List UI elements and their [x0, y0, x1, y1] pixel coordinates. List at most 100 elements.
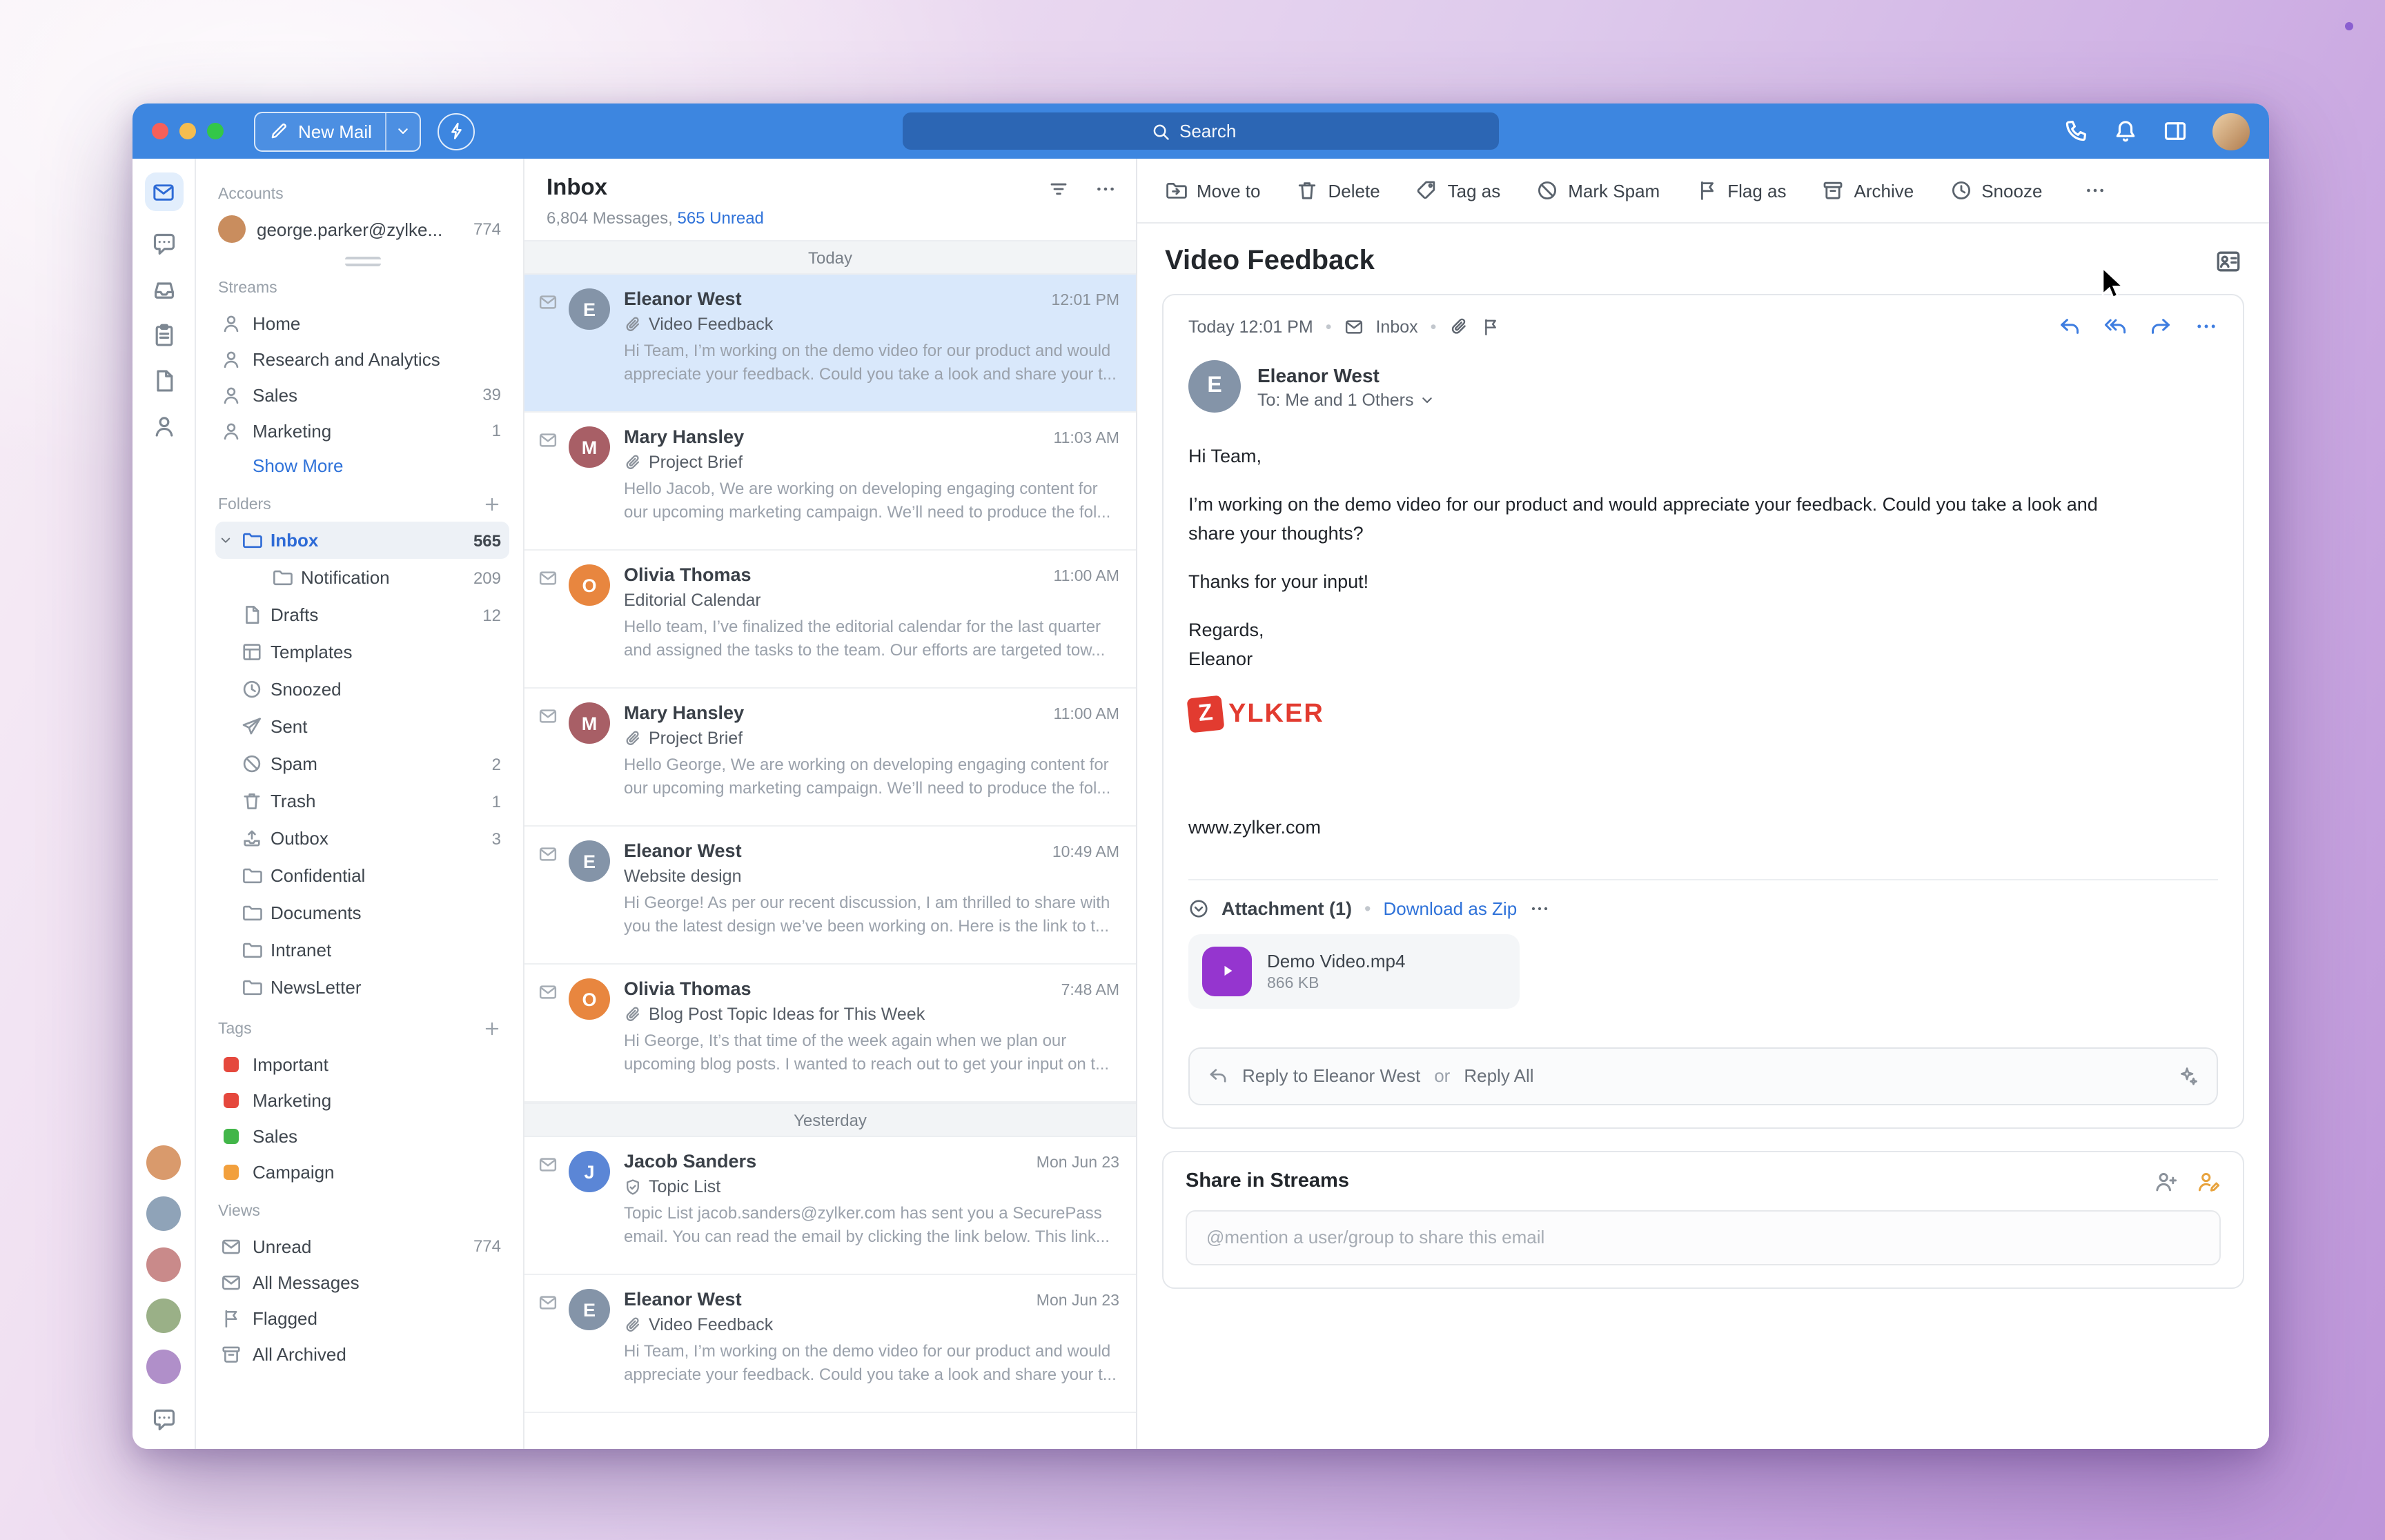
filter-icon[interactable]: [1048, 177, 1070, 199]
forward-icon[interactable]: [2149, 315, 2172, 338]
tag-item[interactable]: Campaign: [215, 1154, 509, 1189]
chevron-down-icon[interactable]: [218, 533, 233, 548]
panel-icon[interactable]: [2163, 119, 2188, 144]
email-list-item[interactable]: O Olivia Thomas 7:48 AM Blog Post Topic …: [524, 965, 1136, 1103]
tag-item[interactable]: Sales: [215, 1118, 509, 1154]
user-avatar[interactable]: [146, 1350, 181, 1384]
email-list-item[interactable]: E Eleanor West Mon Jun 23 Video Feedback: [524, 1275, 1136, 1413]
folder-item[interactable]: Spam 2: [215, 745, 509, 782]
add-person-icon[interactable]: [2155, 1170, 2178, 1194]
reply-icon[interactable]: [2058, 315, 2081, 338]
toolbar-button[interactable]: Snooze: [1950, 179, 2042, 201]
user-avatar[interactable]: [146, 1247, 181, 1282]
folder-item[interactable]: Confidential: [215, 857, 509, 894]
flag-icon[interactable]: [1480, 317, 1500, 336]
folder-item[interactable]: Trash 1: [215, 782, 509, 820]
unread-envelope-icon[interactable]: [538, 1293, 558, 1312]
folder-item[interactable]: Notification 209: [215, 559, 509, 596]
folder-item[interactable]: Drafts 12: [215, 596, 509, 633]
feedback-chat-icon[interactable]: [151, 1408, 176, 1432]
view-item[interactable]: All Messages: [215, 1264, 509, 1300]
download-zip-link[interactable]: Download as Zip: [1384, 898, 1518, 919]
new-mail-button[interactable]: New Mail: [255, 121, 386, 141]
sender-details-icon[interactable]: [2215, 248, 2241, 275]
folder-item[interactable]: Intranet: [215, 931, 509, 969]
view-item[interactable]: Flagged: [215, 1300, 509, 1336]
toolbar-button[interactable]: Mark Spam: [1536, 179, 1660, 201]
reply-to-link[interactable]: Reply to Eleanor West: [1242, 1066, 1420, 1087]
tag-item[interactable]: Marketing: [215, 1082, 509, 1118]
stream-item[interactable]: Marketing 1: [215, 413, 509, 448]
toolbar-button[interactable]: Tag as: [1416, 179, 1501, 201]
user-avatar[interactable]: [2212, 112, 2250, 150]
unread-envelope-icon[interactable]: [538, 707, 558, 726]
stream-item[interactable]: Research and Analytics: [215, 341, 509, 377]
more-icon[interactable]: [2195, 315, 2218, 338]
folder-item[interactable]: Outbox 3: [215, 820, 509, 857]
phone-icon[interactable]: [2063, 119, 2088, 144]
stream-item[interactable]: Sales 39: [215, 377, 509, 413]
show-more-link[interactable]: Show More: [215, 448, 509, 482]
document-icon[interactable]: [151, 368, 176, 393]
unread-envelope-icon[interactable]: [538, 983, 558, 1002]
folder-item[interactable]: Inbox 565: [215, 522, 509, 559]
folder-item[interactable]: Documents: [215, 894, 509, 931]
unread-envelope-icon[interactable]: [538, 569, 558, 588]
email-list-item[interactable]: O Olivia Thomas 11:00 AM Editorial Calen…: [524, 551, 1136, 689]
view-item[interactable]: All Archived: [215, 1336, 509, 1372]
search-input[interactable]: [1179, 121, 1251, 141]
folder-item[interactable]: Sent: [215, 708, 509, 745]
search-bar[interactable]: [903, 112, 1499, 150]
mention-input[interactable]: [1204, 1226, 2203, 1250]
unread-count-link[interactable]: 565 Unread: [677, 208, 763, 228]
person-icon[interactable]: [151, 414, 176, 439]
quick-reply-bar[interactable]: Reply to Eleanor West or Reply All: [1188, 1047, 2218, 1105]
toolbar-button[interactable]: Delete: [1297, 179, 1380, 201]
minimize-window-button[interactable]: [179, 123, 196, 139]
person-edit-icon[interactable]: [2197, 1170, 2221, 1194]
add-folder-button[interactable]: [483, 495, 501, 513]
folder-item[interactable]: Templates: [215, 633, 509, 671]
reply-all-link[interactable]: Reply All: [1464, 1066, 1533, 1087]
email-list-item[interactable]: E Eleanor West 12:01 PM Video Feedback: [524, 275, 1136, 413]
mail-module-button[interactable]: [144, 172, 183, 211]
account-row[interactable]: george.parker@zylke... 774: [215, 211, 509, 247]
chat-icon[interactable]: [151, 232, 176, 257]
bell-icon[interactable]: [2113, 119, 2138, 144]
recipients-toggle[interactable]: To: Me and 1 Others: [1257, 390, 1436, 409]
email-list-item[interactable]: M Mary Hansley 11:00 AM Project Brief: [524, 689, 1136, 827]
user-avatar[interactable]: [146, 1196, 181, 1231]
more-icon[interactable]: [1095, 177, 1117, 199]
unread-envelope-icon[interactable]: [538, 1155, 558, 1174]
tray-icon[interactable]: [151, 277, 176, 302]
more-icon[interactable]: [1529, 898, 1550, 919]
email-list-item[interactable]: E Eleanor West 10:49 AM Website design: [524, 827, 1136, 965]
offline-mode-button[interactable]: [438, 112, 475, 150]
collapse-attachments-icon[interactable]: [1188, 898, 1209, 919]
unread-envelope-icon[interactable]: [538, 845, 558, 864]
stream-item[interactable]: Home: [215, 305, 509, 341]
attachment-card[interactable]: Demo Video.mp4 866 KB: [1188, 934, 1520, 1009]
folder-item[interactable]: Snoozed: [215, 671, 509, 708]
maximize-window-button[interactable]: [207, 123, 224, 139]
add-tag-button[interactable]: [483, 1020, 501, 1038]
email-list-item[interactable]: J Jacob Sanders Mon Jun 23 Topic List: [524, 1137, 1136, 1275]
clipboard-icon[interactable]: [151, 323, 176, 348]
folder-item[interactable]: NewsLetter: [215, 969, 509, 1006]
toolbar-button[interactable]: Archive: [1823, 179, 1914, 201]
view-item[interactable]: Unread 774: [215, 1228, 509, 1264]
email-list-item[interactable]: M Mary Hansley 11:03 AM Project Brief: [524, 413, 1136, 551]
user-avatar[interactable]: [146, 1299, 181, 1333]
unread-envelope-icon[interactable]: [538, 293, 558, 312]
new-mail-dropdown-button[interactable]: [386, 112, 420, 150]
user-avatar[interactable]: [146, 1145, 181, 1180]
ai-assist-icon[interactable]: [2178, 1066, 2199, 1087]
sidebar-resize-handle[interactable]: [344, 257, 380, 266]
close-window-button[interactable]: [152, 123, 168, 139]
toolbar-button[interactable]: Flag as: [1696, 179, 1786, 201]
website-link[interactable]: www.zylker.com: [1188, 814, 2099, 843]
more-actions-icon[interactable]: [2083, 179, 2106, 201]
unread-envelope-icon[interactable]: [538, 431, 558, 450]
reply-all-icon[interactable]: [2103, 315, 2127, 338]
toolbar-button[interactable]: Move to: [1165, 179, 1261, 201]
